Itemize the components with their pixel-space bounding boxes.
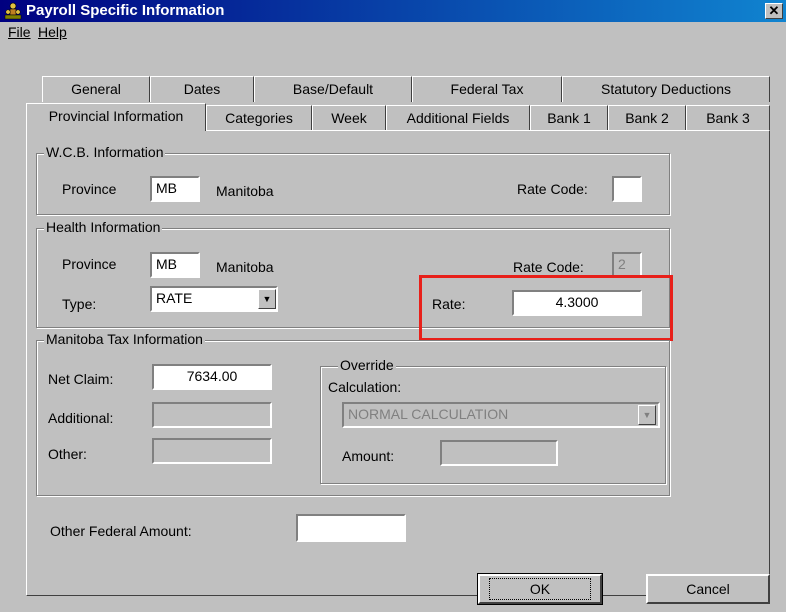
menu-bar: File Help	[0, 22, 786, 42]
tab-dates[interactable]: Dates	[150, 76, 254, 102]
tab-base-default[interactable]: Base/Default	[254, 76, 412, 102]
other-input	[152, 438, 272, 464]
amount-label: Amount:	[342, 448, 395, 464]
amount-input	[440, 440, 558, 466]
tab-bank-3[interactable]: Bank 3	[686, 105, 770, 131]
title-bar: Payroll Specific Information ✕	[0, 0, 786, 22]
menu-help-label: Help	[38, 24, 67, 40]
calculation-dropdown-arrow-icon: ▼	[638, 405, 656, 425]
tab-provincial-information[interactable]: Provincial Information	[26, 103, 206, 131]
wcb-rate-code-input[interactable]	[612, 176, 642, 202]
health-rate-input[interactable]: 4.3000	[512, 290, 642, 316]
menu-help[interactable]: Help	[38, 24, 67, 40]
wcb-group-title: W.C.B. Information	[44, 144, 166, 160]
tab-categories[interactable]: Categories	[206, 105, 312, 131]
menu-file-label: File	[8, 24, 31, 40]
tab-additional-fields[interactable]: Additional Fields	[386, 105, 530, 131]
window-title: Payroll Specific Information	[26, 2, 225, 19]
calculation-value: NORMAL CALCULATION	[348, 406, 509, 422]
net-claim-input[interactable]: 7634.00	[152, 364, 272, 390]
health-province-input[interactable]: MB	[150, 252, 200, 278]
override-group-title: Override	[338, 357, 396, 373]
additional-label: Additional:	[48, 410, 114, 426]
close-button[interactable]: ✕	[765, 3, 783, 19]
tax-group-title: Manitoba Tax Information	[44, 331, 205, 347]
health-province-name: Manitoba	[216, 259, 274, 275]
tab-statutory-deductions[interactable]: Statutory Deductions	[562, 76, 770, 102]
wcb-rate-code-label: Rate Code:	[517, 181, 588, 197]
wcb-province-name: Manitoba	[216, 183, 274, 199]
tab-bank-2[interactable]: Bank 2	[608, 105, 686, 131]
tab-week[interactable]: Week	[312, 105, 386, 131]
additional-input	[152, 402, 272, 428]
health-rate-code-label: Rate Code:	[513, 259, 584, 275]
health-type-value: RATE	[156, 290, 193, 306]
health-group-title: Health Information	[44, 219, 163, 235]
health-rate-label: Rate:	[432, 296, 466, 312]
net-claim-label: Net Claim:	[48, 371, 114, 387]
tab-bank-1[interactable]: Bank 1	[530, 105, 608, 131]
ok-button[interactable]: OK	[477, 573, 603, 605]
menu-file[interactable]: File	[8, 24, 31, 40]
calculation-select: NORMAL CALCULATION	[342, 402, 660, 428]
calculation-label: Calculation:	[328, 379, 402, 395]
health-type-label: Type:	[62, 296, 97, 312]
health-province-label: Province	[62, 256, 117, 272]
tab-federal-tax[interactable]: Federal Tax	[412, 76, 562, 102]
wcb-province-label: Province	[62, 181, 117, 197]
cancel-button[interactable]: Cancel	[646, 574, 770, 604]
payroll-people-icon	[4, 2, 22, 20]
wcb-province-input[interactable]: MB	[150, 176, 200, 202]
other-label: Other:	[48, 446, 87, 462]
dropdown-arrow-icon[interactable]: ▼	[258, 289, 276, 309]
cancel-button-label: Cancel	[686, 581, 730, 597]
tab-general[interactable]: General	[42, 76, 150, 102]
other-federal-input[interactable]	[296, 514, 406, 542]
ok-button-label: OK	[488, 578, 592, 600]
other-federal-label: Other Federal Amount:	[50, 523, 192, 539]
